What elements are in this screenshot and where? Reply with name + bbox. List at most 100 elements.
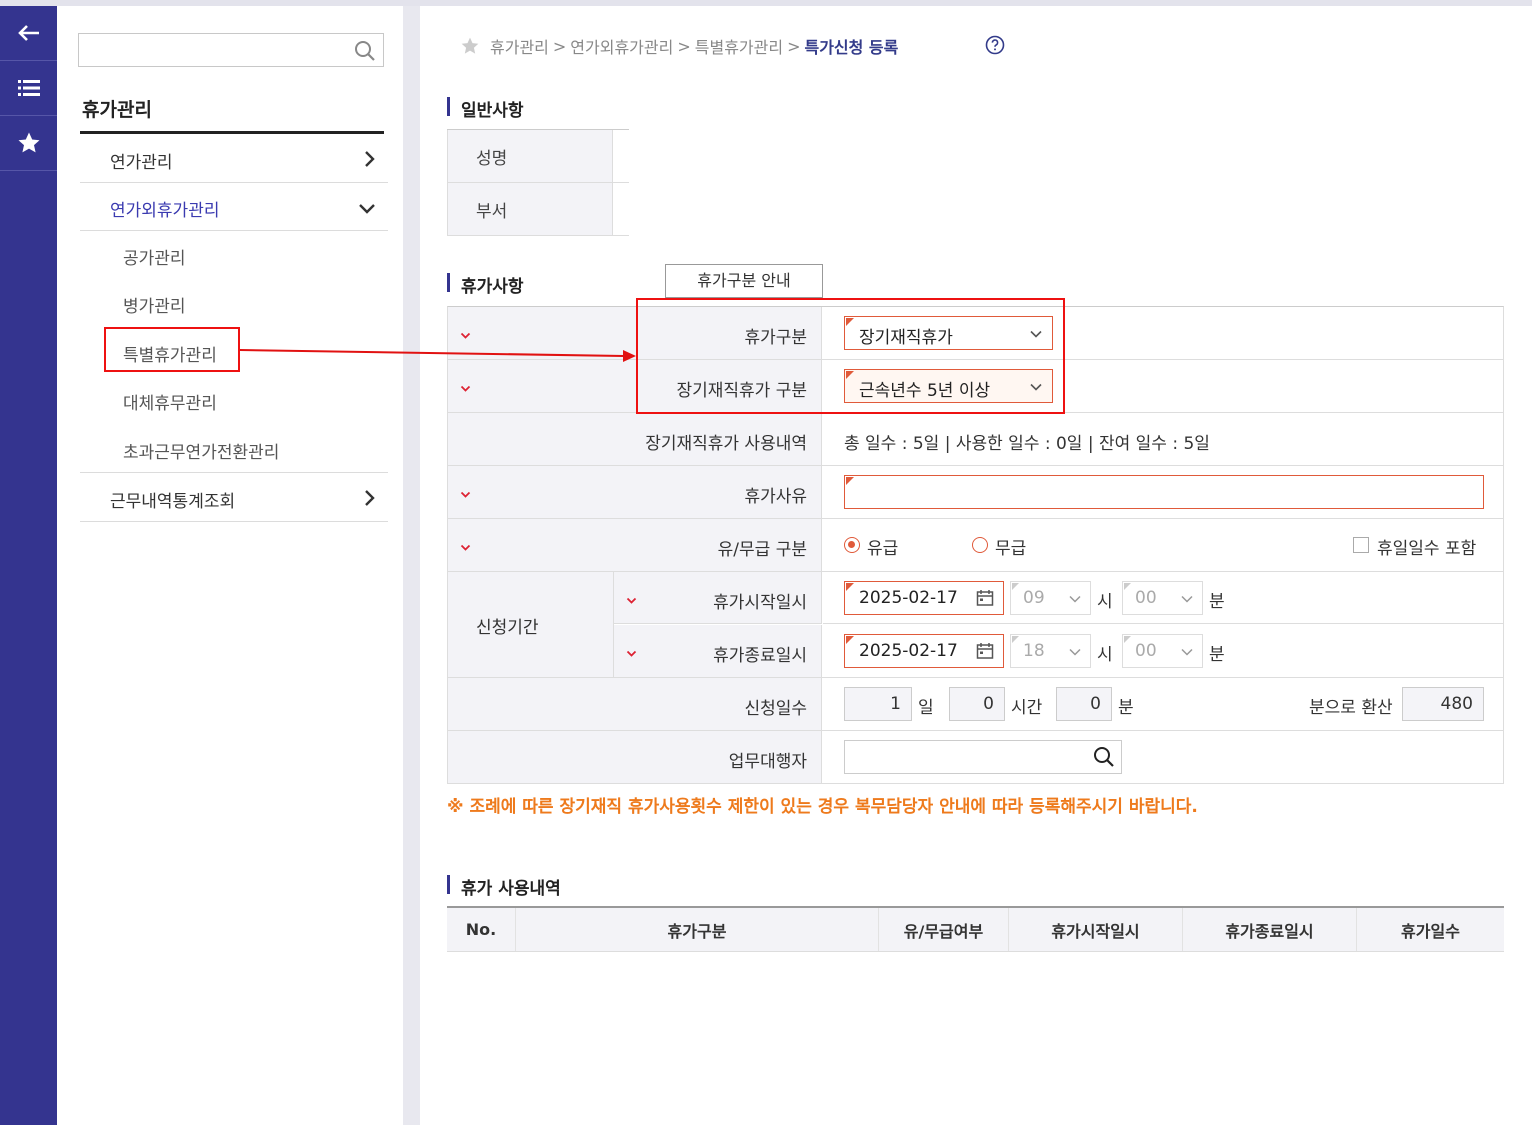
chevron-down-icon [1180, 591, 1194, 611]
select-value: 18 [1023, 641, 1045, 661]
sidebar-subitem-label: 병가관리 [123, 297, 186, 317]
hours-input[interactable]: 0 [949, 687, 1005, 721]
list-icon [17, 80, 40, 96]
required-check-icon [460, 325, 472, 345]
breadcrumb-separator: > [787, 36, 801, 56]
menu-title: 휴가관리 [82, 99, 152, 121]
calendar-icon[interactable] [976, 642, 994, 665]
column-header: 휴가구분 [516, 908, 879, 951]
required-check-icon [460, 537, 472, 557]
hour-unit: 시 [1097, 592, 1113, 612]
required-check-icon [626, 590, 638, 610]
general-row-dept: 부서 [447, 183, 629, 236]
left-nav-bar [0, 6, 57, 1125]
long-service-history-value: 총 일수 : 5일 | 사용한 일수 : 0일 | 잔여 일수 : 5일 [844, 434, 1210, 454]
chevron-right-icon [364, 489, 376, 512]
column-header: No. [447, 908, 516, 951]
paid-radio[interactable] [844, 537, 860, 553]
leave-reason-input[interactable] [844, 475, 1484, 509]
start-hour-select[interactable]: 09 [1010, 581, 1091, 615]
sidebar-item-other-leave[interactable]: 연가외휴가관리 [80, 183, 388, 231]
field-label: 휴가시작일시 [713, 593, 807, 613]
sidebar-item-label: 연가관리 [110, 153, 173, 173]
favorites-button[interactable] [0, 116, 57, 171]
field-label: 업무대행자 [728, 752, 807, 772]
breadcrumb-item[interactable]: 휴가관리 [490, 34, 549, 58]
include-holidays-checkbox[interactable] [1353, 537, 1369, 553]
required-check-icon [460, 484, 472, 504]
paid-label: 유급 [867, 539, 899, 559]
field-label: 장기재직휴가 사용내역 [645, 434, 807, 454]
general-row-name: 성명 [447, 130, 629, 183]
menu-search-box [78, 33, 384, 67]
annotation-highlight-special-leave [104, 327, 240, 372]
breadcrumb-current: 특가신청 등록 [804, 38, 899, 57]
sidebar-subitem-official-leave[interactable]: 공가관리 [80, 231, 388, 279]
section-title-usage: 휴가 사용내역 [447, 874, 561, 899]
row-leave-reason: 휴가사유 [448, 466, 1503, 519]
column-header: 휴가종료일시 [1183, 908, 1357, 951]
row-proxy: 업무대행자 [448, 731, 1503, 784]
required-check-icon [626, 643, 638, 663]
column-header: 유/무급여부 [879, 908, 1009, 951]
sidebar-item-annual-leave[interactable]: 연가관리 [80, 135, 388, 183]
calendar-icon[interactable] [976, 589, 994, 612]
column-header: 휴가일수 [1401, 921, 1460, 941]
field-label: 신청기간 [476, 618, 539, 638]
breadcrumb-item[interactable]: 특별휴가관리 [695, 34, 783, 58]
start-minute-select[interactable]: 00 [1122, 581, 1203, 615]
sidebar-item-label: 연가외휴가관리 [110, 201, 220, 221]
proxy-input[interactable] [844, 740, 1122, 774]
help-icon[interactable] [985, 35, 1005, 60]
menu-search-input[interactable] [85, 38, 345, 62]
days-input[interactable]: 1 [844, 687, 912, 721]
search-icon[interactable] [1093, 746, 1115, 773]
general-table: 성명 부서 [447, 129, 629, 236]
breadcrumb: 휴가관리 > 연가외휴가관리 > 특별휴가관리 > 특가신청 등록 [460, 34, 898, 58]
hours-unit: 시간 [1011, 698, 1043, 718]
usage-table-header: No. 휴가구분 유/무급여부 휴가시작일시 휴가종료일시 휴가일수 [447, 908, 1504, 952]
field-label: 신청일수 [744, 699, 807, 719]
required-check-icon [460, 378, 472, 398]
menu-list-button[interactable] [0, 61, 57, 116]
usage-table: No. 휴가구분 유/무급여부 휴가시작일시 휴가종료일시 휴가일수 [447, 906, 1504, 952]
select-value: 00 [1135, 588, 1157, 608]
minutes-unit: 분 [1118, 698, 1134, 718]
favorite-star-icon[interactable] [460, 36, 480, 56]
end-hour-select[interactable]: 18 [1010, 634, 1091, 668]
main-content: 휴가관리 > 연가외휴가관리 > 특별휴가관리 > 특가신청 등록 일반사항 성… [420, 6, 1532, 1125]
search-icon[interactable] [354, 40, 376, 67]
sidebar-subitem-label: 대체휴무관리 [123, 394, 217, 414]
hour-unit: 시 [1097, 645, 1113, 665]
section-title-general: 일반사항 [447, 96, 524, 121]
chevron-down-icon [1068, 591, 1082, 611]
field-label: 유/무급 구분 [717, 540, 807, 560]
breadcrumb-separator: > [677, 36, 691, 56]
unpaid-radio[interactable] [972, 537, 988, 553]
end-minute-select[interactable]: 00 [1122, 634, 1203, 668]
sidebar-subitem-substitute-leave[interactable]: 대체휴무관리 [80, 376, 388, 424]
sidebar-item-work-stats[interactable]: 근무내역통계조회 [80, 474, 388, 522]
sidebar-subitem-label: 공가관리 [123, 249, 186, 269]
breadcrumb-item[interactable]: 연가외휴가관리 [570, 34, 673, 58]
sidebar: 휴가관리 연가관리 연가외휴가관리 공가관리 병가관리 특별휴가관리 대체휴무관… [57, 6, 403, 1125]
input-value: 2025-02-17 [859, 641, 958, 661]
column-header: 휴가시작일시 [1009, 908, 1183, 951]
convert-minutes-value: 480 [1402, 687, 1484, 721]
sidebar-subitem-overtime-conversion[interactable]: 초과근무연가전환관리 [80, 425, 388, 473]
end-date-input[interactable]: 2025-02-17 [844, 634, 1004, 668]
field-label: 휴가사유 [744, 487, 807, 507]
sidebar-item-label: 근무내역통계조회 [110, 492, 236, 512]
sidebar-subitem-label: 초과근무연가전환관리 [123, 443, 280, 463]
minute-unit: 분 [1209, 592, 1225, 612]
sidebar-subitem-sick-leave[interactable]: 병가관리 [80, 279, 388, 327]
minute-unit: 분 [1209, 645, 1225, 665]
start-date-input[interactable]: 2025-02-17 [844, 581, 1004, 615]
row-request-days: 신청일수 1 일 0 시간 0 분 분으로 환산 480 [448, 678, 1503, 731]
minutes-input[interactable]: 0 [1056, 687, 1112, 721]
back-button[interactable] [0, 6, 57, 61]
select-value: 09 [1023, 588, 1045, 608]
row-long-service-history: 장기재직휴가 사용내역 총 일수 : 5일 | 사용한 일수 : 0일 | 잔여… [448, 413, 1503, 466]
input-value: 2025-02-17 [859, 588, 958, 608]
leave-type-guide-button[interactable]: 휴가구분 안내 [665, 264, 823, 298]
